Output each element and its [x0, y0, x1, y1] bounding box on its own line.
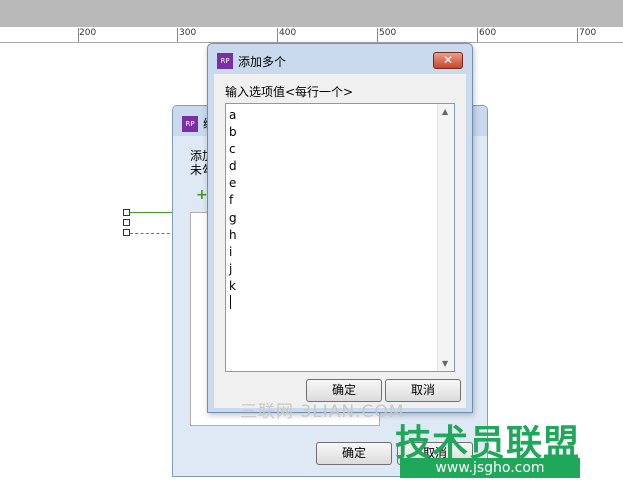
back-ok-button[interactable]: 确定 — [316, 442, 392, 465]
ruler-tick — [577, 28, 578, 42]
add-multiple-dialog: RP 添加多个 ✕ 输入选项值<每行一个> a b c d e f g h i … — [207, 43, 473, 413]
add-icon[interactable]: + — [196, 187, 208, 203]
scroll-down-arrow-icon[interactable]: ▼ — [442, 359, 448, 368]
ruler-label: 500 — [379, 28, 397, 38]
ruler-label: 600 — [479, 28, 497, 38]
option-line: g — [229, 210, 237, 225]
site-logo-url: www.jsgho.com — [400, 458, 580, 478]
horizontal-ruler: 200 300 400 500 600 700 — [0, 27, 623, 43]
option-line: h — [229, 227, 237, 242]
selection-handle[interactable] — [123, 229, 130, 236]
text-caret — [230, 295, 231, 309]
selection-handle[interactable] — [123, 219, 130, 226]
option-line: e — [229, 176, 237, 191]
ruler-label: 400 — [279, 28, 297, 38]
dialog-body: 输入选项值<每行一个> a b c d e f g h i j k ▲ ▼ 确定… — [214, 74, 466, 408]
ruler-tick — [177, 28, 178, 42]
connector-line — [130, 212, 175, 213]
selection-handle[interactable] — [123, 209, 130, 216]
option-line: a — [229, 108, 237, 122]
app-icon: RP — [217, 53, 233, 69]
connector-line-dashed — [130, 233, 175, 234]
option-line: i — [229, 244, 233, 259]
watermark-text: 三联网 3LIAN.COM — [240, 402, 405, 422]
option-line: d — [229, 159, 237, 174]
option-line: c — [229, 142, 236, 157]
textarea-scrollbar[interactable]: ▲ ▼ — [437, 104, 454, 371]
prompt-label: 输入选项值<每行一个> — [225, 85, 354, 99]
ruler-tick — [377, 28, 378, 42]
ruler-tick — [277, 28, 278, 42]
textarea-lines: a b c d e f g h i j k — [229, 107, 237, 295]
ruler-label: 700 — [579, 28, 597, 38]
ruler-tick — [477, 28, 478, 42]
ruler-label: 200 — [79, 28, 97, 38]
option-line: f — [229, 193, 234, 208]
option-line: j — [229, 261, 233, 276]
close-button[interactable]: ✕ — [433, 52, 463, 69]
app-icon: RP — [182, 116, 198, 132]
scroll-up-arrow-icon[interactable]: ▲ — [442, 107, 448, 116]
dialog-title: 添加多个 — [238, 55, 287, 69]
ruler-label: 300 — [179, 28, 197, 38]
option-line: k — [229, 278, 236, 293]
option-line: b — [229, 125, 237, 140]
options-textarea[interactable]: a b c d e f g h i j k ▲ ▼ — [225, 103, 455, 372]
toolbar-strip — [0, 0, 623, 27]
